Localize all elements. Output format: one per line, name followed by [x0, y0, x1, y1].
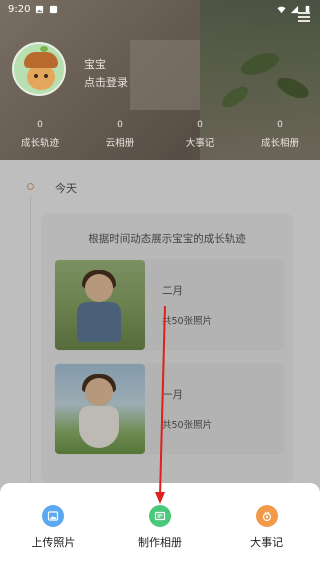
stat-count: 0 [117, 120, 123, 130]
stat-label: 成长轨迹 [20, 138, 59, 149]
stat-milestones[interactable]: 0 大事记 [160, 120, 240, 149]
app-notification-icon [50, 5, 58, 13]
stat-count: 0 [277, 120, 283, 130]
make-album-button[interactable]: 制作相册 [107, 483, 214, 569]
wifi-icon [277, 6, 286, 13]
stat-cloud-album[interactable]: 0 云相册 [80, 120, 160, 149]
stat-growth-track[interactable]: 0 成长轨迹 [0, 120, 80, 149]
stat-count: 0 [37, 120, 43, 130]
stat-label: 云相册 [105, 138, 135, 149]
stat-count: 0 [197, 120, 203, 130]
status-time: 9:20 [8, 3, 31, 15]
stats-bar: 0 成长轨迹 0 云相册 0 大事记 0 成长相册 [0, 120, 320, 149]
bottom-action-sheet: 上传照片 制作相册 大事记 [0, 483, 320, 569]
album-make-icon [149, 505, 171, 527]
action-label: 大事记 [250, 536, 284, 549]
user-name: 宝宝 [84, 58, 106, 71]
stat-growth-album[interactable]: 0 成长相册 [240, 120, 320, 149]
avatar[interactable] [12, 42, 66, 96]
login-link[interactable]: 点击登录 [84, 74, 128, 90]
milestone-icon [255, 505, 278, 527]
stat-label: 大事记 [185, 138, 215, 149]
upload-photo-button[interactable]: 上传照片 [0, 483, 107, 569]
action-label: 制作相册 [138, 536, 182, 549]
photo-upload-icon [42, 505, 65, 527]
stat-label: 成长相册 [260, 138, 299, 149]
menu-icon[interactable] [298, 12, 310, 22]
gallery-notification-icon [36, 5, 44, 13]
status-bar: 9:20 [0, 0, 320, 18]
action-label: 上传照片 [31, 536, 76, 549]
milestones-button[interactable]: 大事记 [213, 483, 320, 569]
